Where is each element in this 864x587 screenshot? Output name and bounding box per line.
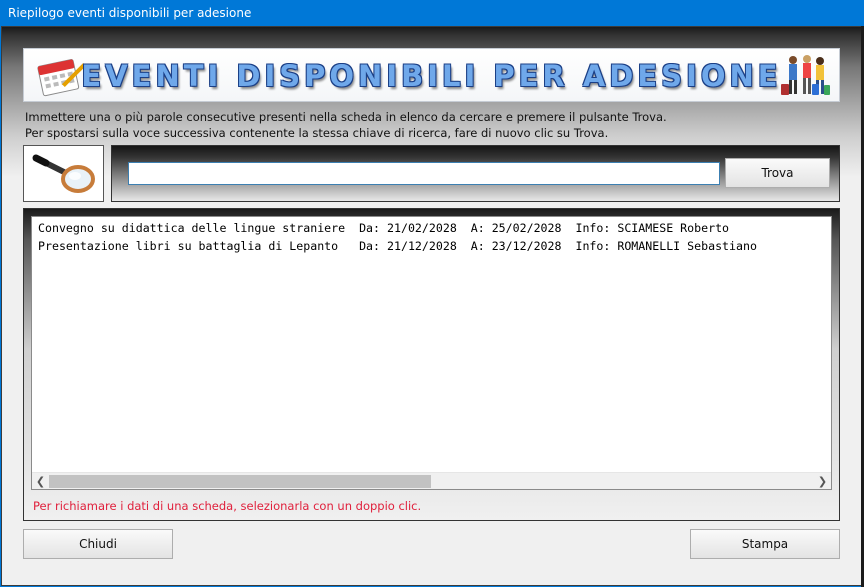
events-listbox[interactable]: Convegno su didattica delle lingue stran… [31, 216, 832, 490]
list-item[interactable]: Convegno su didattica delle lingue stran… [38, 221, 729, 235]
window-title: Riepilogo eventi disponibili per adesion… [0, 0, 864, 26]
travelers-icon [781, 55, 830, 95]
print-button[interactable]: Stampa [690, 529, 840, 559]
banner: EVENTI DISPONIBILI PER ADESIONE [23, 48, 840, 102]
magnifier-icon [32, 154, 95, 193]
scroll-right-icon[interactable]: ❯ [814, 473, 831, 489]
instruction-line-1: Immettere una o più parole consecutive p… [25, 110, 667, 124]
list-item[interactable]: Presentazione libri su battaglia di Lepa… [38, 239, 757, 253]
double-click-hint: Per richiamare i dati di una scheda, sel… [33, 499, 422, 513]
banner-title: EVENTI DISPONIBILI PER ADESIONE [81, 59, 782, 93]
magnifier-box [23, 145, 104, 202]
find-button[interactable]: Trova [725, 158, 830, 188]
horizontal-scrollbar[interactable]: ❮ ❯ [32, 472, 831, 489]
close-button[interactable]: Chiudi [23, 529, 173, 559]
scrollbar-thumb[interactable] [49, 475, 431, 488]
search-input[interactable] [128, 162, 720, 185]
instruction-line-2: Per spostarsi sulla voce successiva cont… [25, 126, 609, 140]
scroll-left-icon[interactable]: ❮ [32, 473, 49, 489]
